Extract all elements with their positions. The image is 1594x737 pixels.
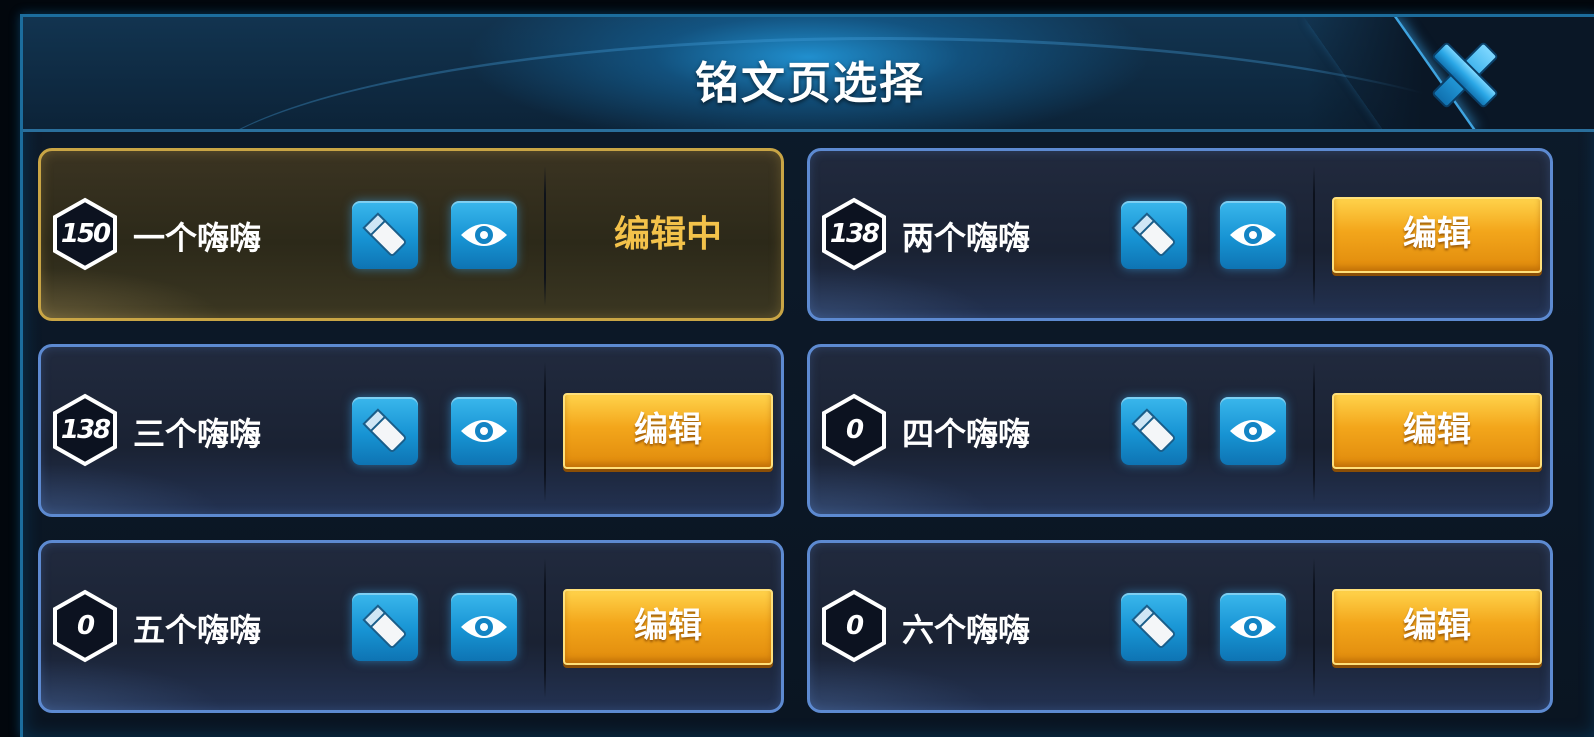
edit-button[interactable]: 编辑	[1332, 393, 1542, 469]
page-level: 0	[76, 611, 95, 641]
dialog-header: 铭文页选择	[23, 17, 1594, 132]
page-name: 四个嗨嗨	[902, 415, 1031, 453]
rune-page-dialog: 铭文页选择 150 一个嗨嗨 编辑中 138 两个嗨嗨 编辑 138 三个嗨嗨 …	[20, 14, 1594, 737]
eye-icon	[1230, 420, 1276, 442]
card-divider	[1313, 166, 1315, 306]
dialog-title: 铭文页选择	[695, 58, 925, 109]
page-name: 一个嗨嗨	[133, 219, 262, 257]
rune-page-card[interactable]: 138 两个嗨嗨 编辑	[807, 148, 1553, 321]
close-x-icon	[1432, 42, 1498, 108]
pencil-eraser-icon	[1131, 212, 1175, 256]
preview-button[interactable]	[1220, 593, 1286, 661]
preview-button[interactable]	[451, 593, 517, 661]
card-divider	[544, 558, 546, 698]
edit-button[interactable]: 编辑	[1332, 197, 1542, 273]
rune-page-card[interactable]: 138 三个嗨嗨 编辑	[38, 344, 784, 517]
card-divider	[1313, 558, 1315, 698]
preview-button[interactable]	[451, 201, 517, 269]
eye-icon	[461, 616, 507, 638]
rename-button[interactable]	[1121, 201, 1187, 269]
page-level: 0	[845, 611, 864, 641]
page-level: 0	[845, 415, 864, 445]
page-level: 150	[60, 219, 111, 249]
rename-button[interactable]	[1121, 397, 1187, 465]
page-name: 两个嗨嗨	[902, 219, 1031, 257]
page-level: 138	[60, 415, 111, 445]
eye-icon	[461, 420, 507, 442]
rune-page-card[interactable]: 0 五个嗨嗨 编辑	[38, 540, 784, 713]
page-name: 五个嗨嗨	[133, 611, 262, 649]
editing-status: 编辑中	[613, 214, 722, 255]
eye-icon	[1230, 616, 1276, 638]
edit-button[interactable]: 编辑	[563, 589, 773, 665]
pencil-eraser-icon	[1131, 604, 1175, 648]
page-level: 138	[829, 219, 880, 249]
card-divider	[544, 362, 546, 502]
close-button[interactable]	[1427, 37, 1503, 113]
rune-page-card[interactable]: 150 一个嗨嗨 编辑中	[38, 148, 784, 321]
page-name: 六个嗨嗨	[902, 611, 1031, 649]
preview-button[interactable]	[1220, 397, 1286, 465]
rename-button[interactable]	[1121, 593, 1187, 661]
preview-button[interactable]	[1220, 201, 1286, 269]
card-divider	[1313, 362, 1315, 502]
pencil-eraser-icon	[362, 408, 406, 452]
edit-button[interactable]: 编辑	[563, 393, 773, 469]
page-name: 三个嗨嗨	[133, 415, 262, 453]
rename-button[interactable]	[352, 593, 418, 661]
eye-icon	[1230, 224, 1276, 246]
pencil-eraser-icon	[1131, 408, 1175, 452]
rename-button[interactable]	[352, 201, 418, 269]
rune-page-card[interactable]: 0 六个嗨嗨 编辑	[807, 540, 1553, 713]
rune-page-card[interactable]: 0 四个嗨嗨 编辑	[807, 344, 1553, 517]
eye-icon	[461, 224, 507, 246]
preview-button[interactable]	[451, 397, 517, 465]
card-divider	[544, 166, 546, 306]
pencil-eraser-icon	[362, 604, 406, 648]
rename-button[interactable]	[352, 397, 418, 465]
edit-button[interactable]: 编辑	[1332, 589, 1542, 665]
pencil-eraser-icon	[362, 212, 406, 256]
